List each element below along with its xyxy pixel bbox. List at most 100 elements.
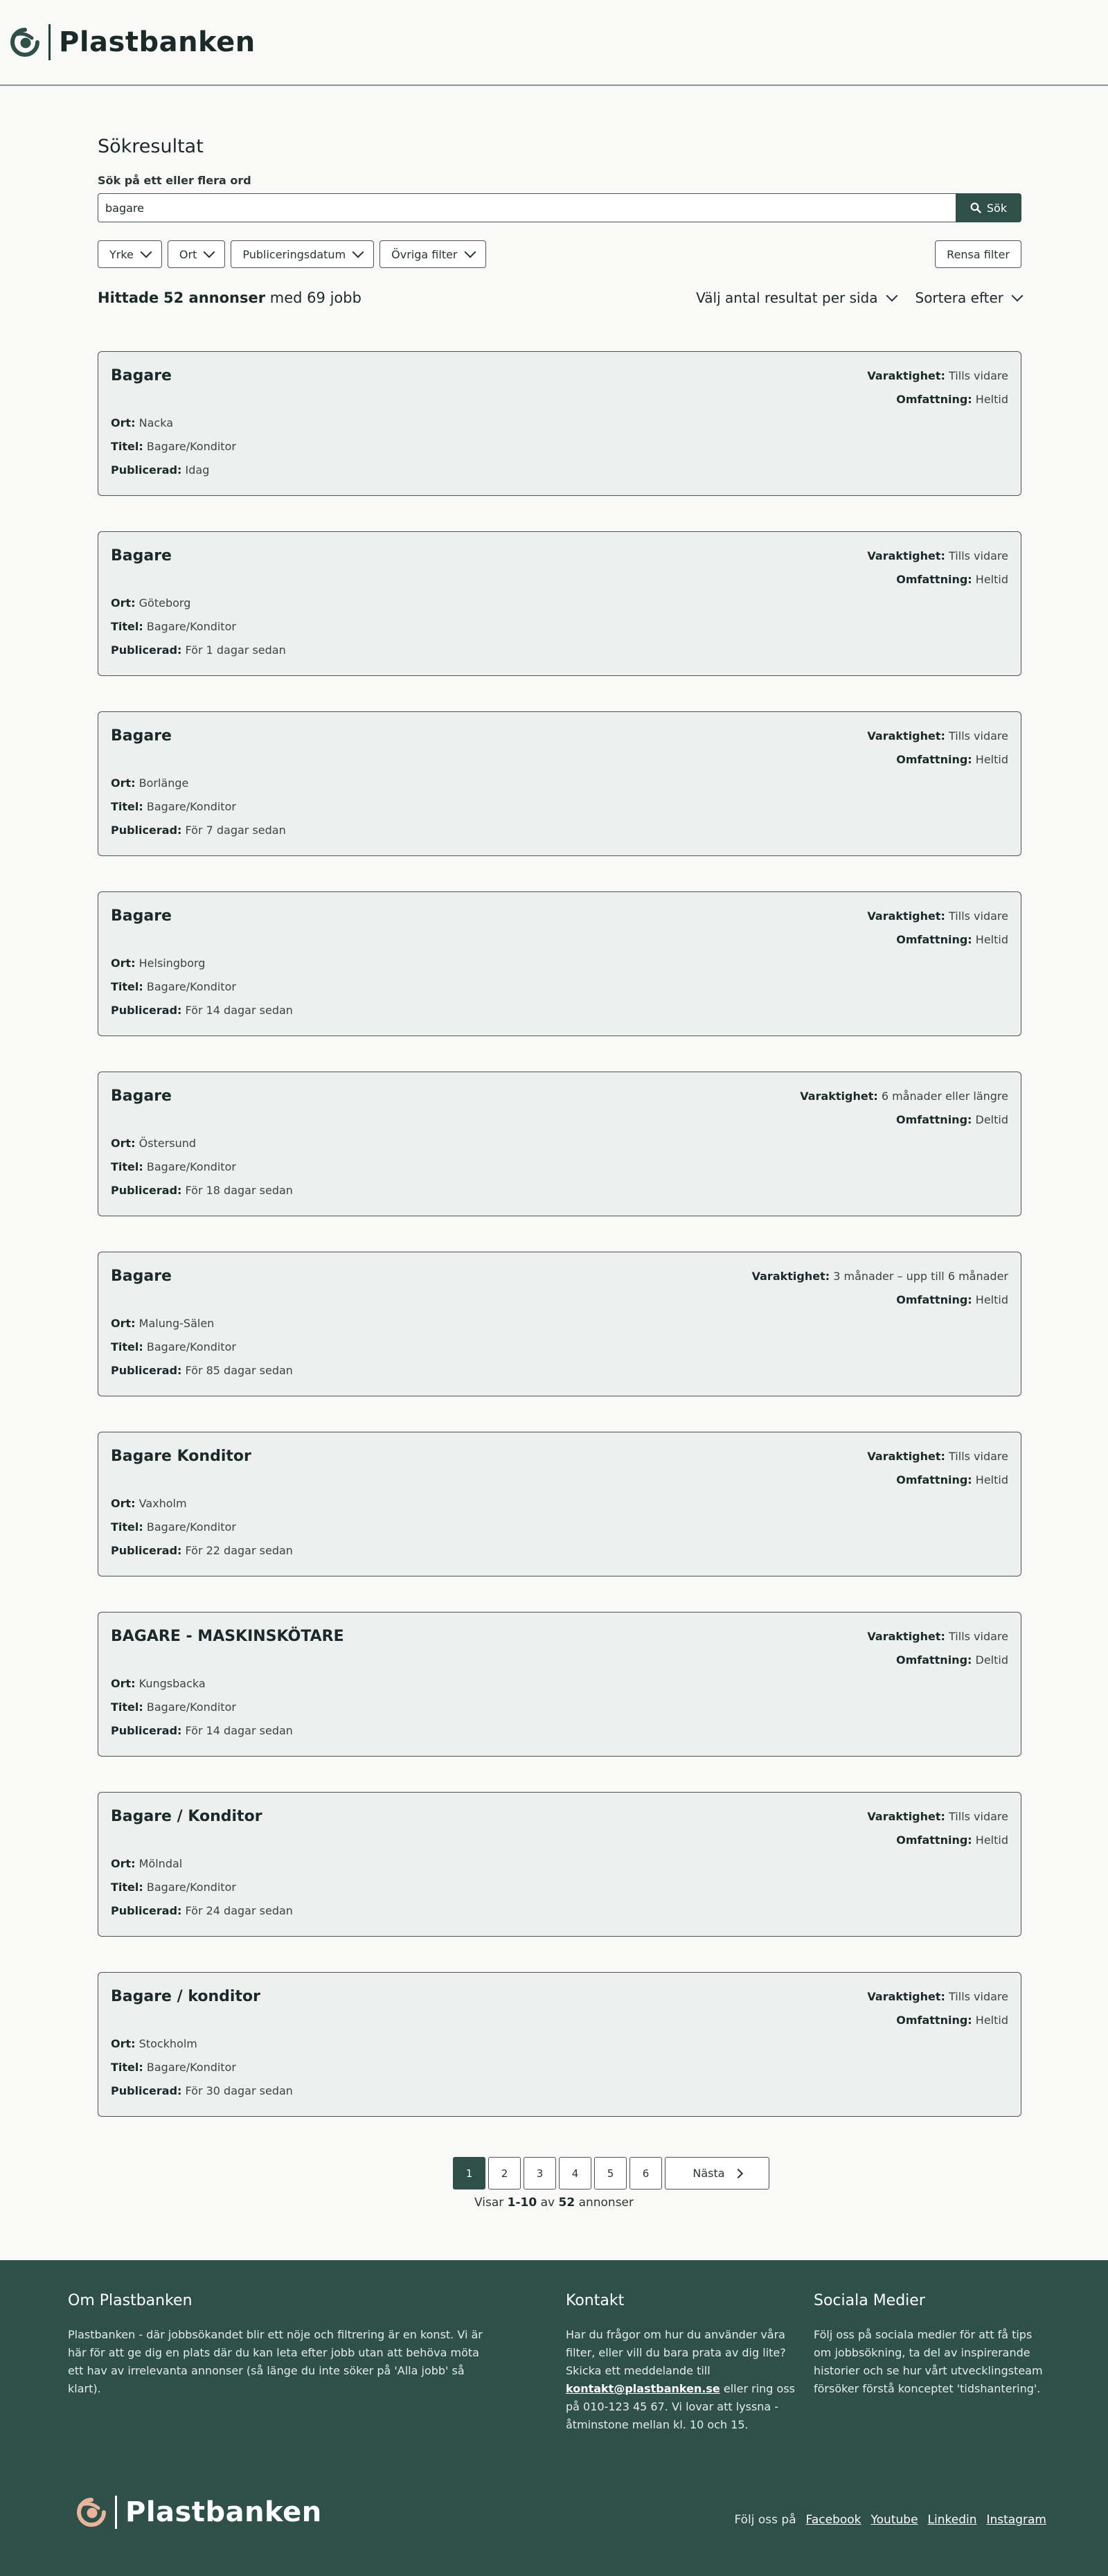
social-link-linkedin[interactable]: Linkedin xyxy=(928,2513,977,2527)
job-heading[interactable]: Bagare / konditor xyxy=(111,1988,260,2005)
job-heading[interactable]: Bagare xyxy=(111,547,172,565)
job-list: Bagare Varaktighet: Tills vidare Omfattn… xyxy=(98,351,1021,2117)
sort-dropdown[interactable]: Sortera efter xyxy=(915,290,1024,306)
duration-label: Varaktighet: xyxy=(867,1810,945,1823)
filter-yrke[interactable]: Yrke xyxy=(98,240,162,268)
job-card[interactable]: Bagare Varaktighet: 6 månader eller läng… xyxy=(98,1072,1021,1216)
location-label: Ort: xyxy=(111,957,136,970)
footer-contact: Kontakt Har du frågor om hur du använder… xyxy=(566,2292,801,2434)
job-heading[interactable]: Bagare xyxy=(111,1087,172,1105)
duration-label: Varaktighet: xyxy=(867,1450,945,1463)
job-duration-row: Varaktighet: Tills vidare xyxy=(867,546,1008,569)
job-scope-row: Omfattning: Heltid xyxy=(867,930,1008,953)
chevron-down-icon xyxy=(464,246,476,258)
per-page-dropdown[interactable]: Välj antal resultat per sida xyxy=(696,290,897,306)
job-heading[interactable]: Bagare xyxy=(111,727,172,745)
job-card[interactable]: Bagare Varaktighet: Tills vidare Omfattn… xyxy=(98,531,1021,676)
job-info: Ort: Mölndal Titel: Bagare/Konditor Publ… xyxy=(111,1852,293,1923)
job-duration-row: Varaktighet: Tills vidare xyxy=(867,1987,1008,2010)
published-label: Publicerad: xyxy=(111,643,182,657)
job-card[interactable]: Bagare Varaktighet: Tills vidare Omfattn… xyxy=(98,891,1021,1036)
job-location: Stockholm xyxy=(138,2037,197,2050)
job-card[interactable]: Bagare Varaktighet: Tills vidare Omfattn… xyxy=(98,711,1021,856)
page-button-6[interactable]: 6 xyxy=(629,2157,662,2189)
title-label: Titel: xyxy=(111,1160,143,1173)
job-location-row: Ort: Mölndal xyxy=(111,1852,293,1876)
job-info: Ort: Vaxholm Titel: Bagare/Konditor Publ… xyxy=(111,1492,293,1563)
duration-label: Varaktighet: xyxy=(800,1090,878,1103)
job-scope: Heltid xyxy=(975,2014,1008,2027)
social-link-facebook[interactable]: Facebook xyxy=(806,2513,861,2527)
contact-email-link[interactable]: kontakt@plastbanken.se xyxy=(566,2382,720,2395)
per-page-label: Välj antal resultat per sida xyxy=(696,290,878,306)
job-published-row: Publicerad: För 85 dagar sedan xyxy=(111,1359,293,1383)
job-published-row: Publicerad: För 14 dagar sedan xyxy=(111,1719,293,1743)
location-label: Ort: xyxy=(111,2037,136,2050)
social-link-youtube[interactable]: Youtube xyxy=(871,2513,918,2527)
duration-label: Varaktighet: xyxy=(751,1270,830,1283)
job-duration: Tills vidare xyxy=(949,549,1008,562)
page-button-5[interactable]: 5 xyxy=(594,2157,627,2189)
location-label: Ort: xyxy=(111,1857,136,1870)
job-location: Mölndal xyxy=(138,1857,183,1870)
page-button-3[interactable]: 3 xyxy=(524,2157,556,2189)
job-published: För 18 dagar sedan xyxy=(185,1184,293,1197)
chevron-down-icon xyxy=(140,246,152,258)
job-title-row: Titel: Bagare/Konditor xyxy=(111,2056,293,2079)
filter-label: Publiceringsdatum xyxy=(242,247,346,261)
job-card[interactable]: Bagare Konditor Varaktighet: Tills vidar… xyxy=(98,1432,1021,1576)
job-duration-row: Varaktighet: Tills vidare xyxy=(867,726,1008,749)
brand-name: Plastbanken xyxy=(59,26,256,58)
job-heading[interactable]: Bagare Konditor xyxy=(111,1448,251,1465)
job-scope: Heltid xyxy=(975,1473,1008,1486)
job-meta: Varaktighet: Tills vidare Omfattning: He… xyxy=(867,366,1008,413)
sort-label: Sortera efter xyxy=(915,290,1004,306)
page-button-2[interactable]: 2 xyxy=(488,2157,521,2189)
title-label: Titel: xyxy=(111,1700,143,1714)
job-published: För 14 dagar sedan xyxy=(185,1724,293,1737)
title-label: Titel: xyxy=(111,800,143,813)
job-heading[interactable]: Bagare xyxy=(111,367,172,384)
job-heading[interactable]: Bagare / Konditor xyxy=(111,1808,262,1825)
job-scope-row: Omfattning: Heltid xyxy=(752,1290,1008,1313)
job-card[interactable]: Bagare / konditor Varaktighet: Tills vid… xyxy=(98,1972,1021,2117)
page-button-1[interactable]: 1 xyxy=(453,2157,485,2189)
job-title-row: Titel: Bagare/Konditor xyxy=(111,795,286,819)
job-heading[interactable]: Bagare xyxy=(111,907,172,925)
title-label: Titel: xyxy=(111,1881,143,1894)
job-info: Ort: Östersund Titel: Bagare/Konditor Pu… xyxy=(111,1132,293,1202)
published-label: Publicerad: xyxy=(111,1364,182,1377)
search-button[interactable]: Sök xyxy=(956,193,1021,222)
site-logo[interactable]: Plastbanken xyxy=(8,24,256,60)
job-card[interactable]: Bagare Varaktighet: 3 månader – upp till… xyxy=(98,1252,1021,1396)
clear-filters-button[interactable]: Rensa filter xyxy=(935,240,1021,268)
search-input[interactable] xyxy=(98,193,956,222)
location-label: Ort: xyxy=(111,596,136,610)
job-card[interactable]: BAGARE - MASKINSKÖTARE Varaktighet: Till… xyxy=(98,1612,1021,1757)
social-link-instagram[interactable]: Instagram xyxy=(987,2513,1047,2527)
job-info: Ort: Stockholm Titel: Bagare/Konditor Pu… xyxy=(111,2032,293,2103)
filter-ovriga[interactable]: Övriga filter xyxy=(379,240,486,268)
job-meta: Varaktighet: 6 månader eller längre Omfa… xyxy=(800,1086,1008,1133)
job-heading[interactable]: Bagare xyxy=(111,1268,172,1285)
job-published: För 7 dagar sedan xyxy=(185,824,286,837)
scope-label: Omfattning: xyxy=(895,1113,972,1126)
job-location-row: Ort: Helsingborg xyxy=(111,952,293,975)
search-bar: Sök xyxy=(98,193,1021,222)
search-icon xyxy=(970,202,981,213)
footer-logo[interactable]: Plastbanken xyxy=(75,2496,322,2529)
job-info: Ort: Helsingborg Titel: Bagare/Konditor … xyxy=(111,952,293,1022)
filter-ort[interactable]: Ort xyxy=(167,240,226,268)
job-heading[interactable]: BAGARE - MASKINSKÖTARE xyxy=(111,1628,344,1645)
page-button-4[interactable]: 4 xyxy=(559,2157,591,2189)
job-published: För 14 dagar sedan xyxy=(185,1004,293,1017)
title-label: Titel: xyxy=(111,2061,143,2074)
filter-publiceringsdatum[interactable]: Publiceringsdatum xyxy=(231,240,375,268)
job-card[interactable]: Bagare Varaktighet: Tills vidare Omfattn… xyxy=(98,351,1021,496)
footer-social-title: Sociala Medier xyxy=(814,2292,925,2309)
job-scope-row: Omfattning: Heltid xyxy=(867,569,1008,593)
next-page-button[interactable]: Nästa xyxy=(665,2157,769,2189)
published-label: Publicerad: xyxy=(111,1184,182,1197)
job-location-row: Ort: Nacka xyxy=(111,411,236,435)
job-card[interactable]: Bagare / Konditor Varaktighet: Tills vid… xyxy=(98,1792,1021,1937)
